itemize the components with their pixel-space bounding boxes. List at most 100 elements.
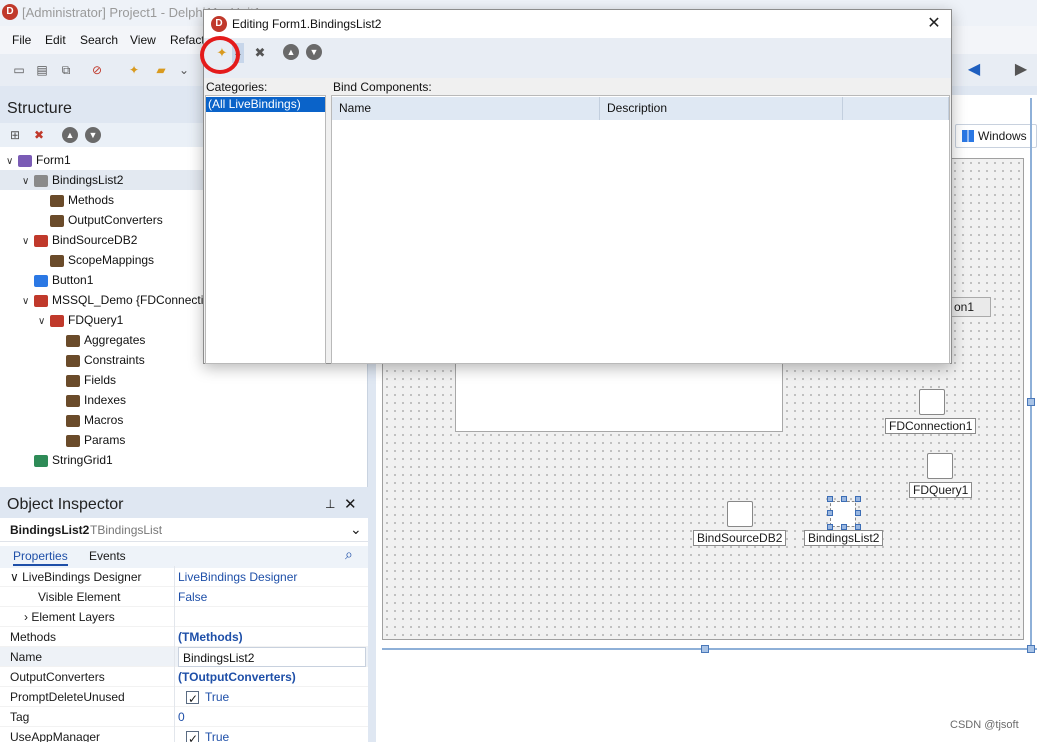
menu-edit[interactable]: Edit bbox=[45, 33, 66, 47]
tree-item[interactable]: Params bbox=[0, 430, 368, 450]
tree-item-label: MSSQL_Demo {FDConnection bbox=[52, 293, 217, 307]
close-icon[interactable]: ✕ bbox=[923, 13, 945, 35]
menu-refactor[interactable]: Refact bbox=[170, 33, 205, 47]
bind-source-icon bbox=[34, 234, 48, 247]
expand-chevron-icon[interactable]: ∨ bbox=[10, 570, 22, 584]
property-row[interactable]: PromptDeleteUnused True bbox=[0, 687, 368, 709]
resize-handle[interactable] bbox=[1027, 645, 1035, 653]
categories-list[interactable] bbox=[205, 95, 326, 364]
property-column-divider[interactable] bbox=[174, 566, 175, 742]
property-row[interactable]: OutputConverters (TOutputConverters) bbox=[0, 667, 368, 687]
property-name-text: Name bbox=[10, 650, 43, 664]
property-row[interactable]: Name BindingsList2 bbox=[0, 647, 368, 667]
tree-item[interactable]: Macros bbox=[0, 410, 368, 430]
tab-events[interactable]: Events bbox=[89, 549, 126, 563]
dropdown-chevron-icon[interactable]: ⌄ bbox=[175, 61, 193, 79]
tree-item[interactable]: Indexes bbox=[0, 390, 368, 410]
tab-properties[interactable]: Properties bbox=[13, 549, 68, 566]
selection-handle[interactable] bbox=[841, 524, 847, 530]
selection-handle[interactable] bbox=[827, 524, 833, 530]
move-up-icon[interactable]: ▲ bbox=[283, 44, 299, 60]
selection-handle[interactable] bbox=[841, 496, 847, 502]
tree-item[interactable]: Fields bbox=[0, 370, 368, 390]
column-header-empty[interactable] bbox=[843, 97, 949, 120]
pin-icon[interactable]: ⊥ bbox=[325, 497, 335, 511]
bind-components-list[interactable] bbox=[331, 95, 950, 364]
property-value[interactable]: (TOutputConverters) bbox=[178, 667, 366, 687]
tree-item-label: Fields bbox=[84, 373, 117, 387]
property-name: Methods bbox=[0, 627, 174, 647]
property-name: ∨ LiveBindings Designer bbox=[0, 567, 174, 587]
categories-label: Categories: bbox=[206, 80, 268, 94]
object-inspector-header: Object Inspector ⊥ ✕ bbox=[0, 492, 368, 518]
windows-logo-icon bbox=[962, 130, 974, 142]
fdquery-icon[interactable] bbox=[927, 453, 953, 479]
bindsource-icon[interactable] bbox=[727, 501, 753, 527]
property-value-text: False bbox=[178, 590, 208, 604]
close-icon[interactable]: ✕ bbox=[344, 495, 357, 513]
checkbox-icon[interactable] bbox=[186, 729, 199, 742]
property-row[interactable]: UseAppManager True bbox=[0, 727, 368, 742]
move-up-icon[interactable]: ▲ bbox=[62, 127, 78, 143]
grid-icon bbox=[34, 454, 48, 467]
property-value[interactable]: True bbox=[178, 687, 366, 709]
property-value[interactable]: True bbox=[178, 727, 366, 742]
tree-item-label: BindingsList2 bbox=[52, 173, 124, 187]
menu-search[interactable]: Search bbox=[80, 33, 118, 47]
property-value[interactable]: False bbox=[178, 587, 366, 607]
new-items-icon[interactable]: ▭ bbox=[10, 61, 28, 79]
column-header-description[interactable]: Description bbox=[600, 97, 843, 120]
tree-item-label: StringGrid1 bbox=[52, 453, 113, 467]
property-row[interactable]: Tag 0 bbox=[0, 707, 368, 727]
property-value[interactable] bbox=[178, 607, 366, 627]
back-arrow-icon[interactable]: ◀ bbox=[965, 61, 983, 79]
expand-chevron-icon[interactable]: ∨ bbox=[6, 152, 18, 172]
property-value[interactable]: (TMethods) bbox=[178, 627, 366, 647]
expand-chevron-icon[interactable]: ∨ bbox=[22, 232, 34, 252]
property-value[interactable]: LiveBindings Designer bbox=[178, 567, 366, 587]
property-row[interactable]: › Element Layers bbox=[0, 607, 368, 627]
stringgrid1-control[interactable] bbox=[455, 358, 783, 432]
delete-binding-icon[interactable]: ✖ bbox=[250, 43, 270, 63]
remove-from-project-icon[interactable]: ⊘ bbox=[88, 61, 106, 79]
category-item-all[interactable]: (All LiveBindings) bbox=[206, 97, 325, 112]
property-value[interactable]: BindingsList2 bbox=[178, 647, 366, 667]
property-value[interactable]: 0 bbox=[178, 707, 366, 727]
column-header-name[interactable]: Name bbox=[332, 97, 600, 120]
resize-handle[interactable] bbox=[701, 645, 709, 653]
add-item-icon[interactable]: ⊞ bbox=[6, 126, 24, 144]
selection-handle[interactable] bbox=[855, 524, 861, 530]
selection-handle[interactable] bbox=[855, 496, 861, 502]
tree-item-label: Macros bbox=[84, 413, 124, 427]
object-selector[interactable]: BindingsList2 TBindingsList ⌄ bbox=[0, 520, 368, 542]
property-row[interactable]: ∨ LiveBindings Designer LiveBindings Desi… bbox=[0, 567, 368, 587]
property-row[interactable]: Methods (TMethods) bbox=[0, 627, 368, 647]
checkbox-icon[interactable] bbox=[186, 689, 199, 709]
menu-view[interactable]: View bbox=[130, 33, 156, 47]
open-folder-icon[interactable]: ▰ bbox=[152, 61, 170, 79]
copy-file-icon[interactable]: ⧉ bbox=[57, 61, 75, 79]
menu-file[interactable]: File bbox=[12, 33, 31, 47]
property-name: PromptDeleteUnused bbox=[0, 687, 174, 707]
property-row[interactable]: Visible Element False bbox=[0, 587, 368, 607]
highlight-circle bbox=[200, 36, 240, 74]
delete-item-icon[interactable]: ✖ bbox=[30, 126, 48, 144]
forward-arrow-icon[interactable]: ▶ bbox=[1012, 61, 1030, 79]
new-item-icon[interactable]: ✦ bbox=[125, 61, 143, 79]
move-down-icon[interactable]: ▼ bbox=[306, 44, 322, 60]
tree-item-label: Constraints bbox=[84, 353, 145, 367]
fdconnection-icon[interactable] bbox=[919, 389, 945, 415]
expand-chevron-icon[interactable]: ∨ bbox=[22, 292, 34, 312]
chevron-down-icon[interactable]: ⌄ bbox=[350, 521, 362, 538]
tree-item[interactable]: StringGrid1 bbox=[0, 450, 368, 470]
resize-handle[interactable] bbox=[1027, 398, 1035, 406]
selection-handle[interactable] bbox=[855, 510, 861, 516]
selection-handle[interactable] bbox=[827, 510, 833, 516]
expand-chevron-icon[interactable]: ∨ bbox=[22, 172, 34, 192]
object-inspector-title: Object Inspector bbox=[7, 496, 124, 513]
move-down-icon[interactable]: ▼ bbox=[85, 127, 101, 143]
expand-chevron-icon[interactable]: ∨ bbox=[38, 312, 50, 332]
new-form-icon[interactable]: ▤ bbox=[33, 61, 51, 79]
search-icon[interactable]: ⌕ bbox=[345, 546, 353, 563]
selection-handle[interactable] bbox=[827, 496, 833, 502]
